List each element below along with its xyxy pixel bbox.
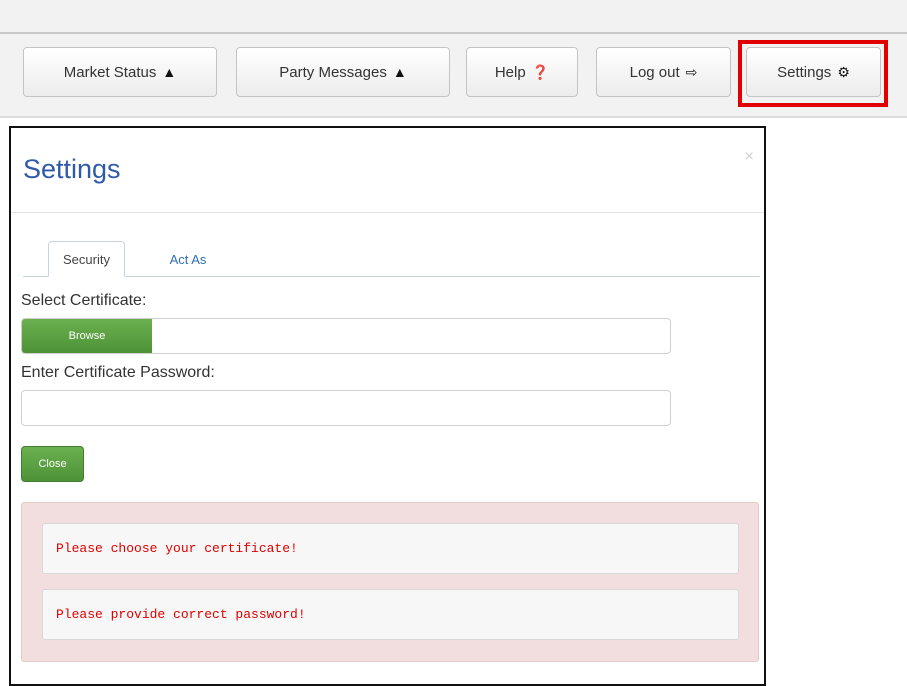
modal-title: Settings <box>23 154 121 184</box>
logout-button[interactable]: Log out ⇨ <box>596 47 731 97</box>
party-messages-label: Party Messages <box>279 63 387 81</box>
question-circle-icon: ❓ <box>531 63 550 80</box>
close-icon[interactable]: × <box>745 148 754 166</box>
top-divider <box>0 32 907 34</box>
modal-header-divider <box>11 212 764 213</box>
certificate-password-input[interactable] <box>21 390 671 426</box>
tab-act-as[interactable]: Act As <box>154 241 222 277</box>
browse-button[interactable]: Browse <box>22 319 152 353</box>
market-status-button[interactable]: Market Status ▲ <box>23 47 217 97</box>
caret-up-icon: ▲ <box>162 64 177 80</box>
error-message-password: Please provide correct password! <box>42 589 739 640</box>
navbar-bottom-divider <box>0 116 907 118</box>
settings-highlight-box <box>738 40 888 107</box>
tab-security[interactable]: Security <box>48 241 125 277</box>
certificate-file-input[interactable]: Browse <box>21 318 671 354</box>
error-message-certificate: Please choose your certificate! <box>42 523 739 574</box>
error-alert: Please choose your certificate! Please p… <box>21 502 759 662</box>
caret-up-icon: ▲ <box>392 64 407 80</box>
logout-label: Log out <box>629 63 680 81</box>
sign-out-icon: ⇨ <box>685 63 698 80</box>
party-messages-button[interactable]: Party Messages ▲ <box>236 47 450 97</box>
tabs-divider <box>23 276 760 277</box>
settings-modal: Settings × Security Act As Select Certif… <box>9 126 766 686</box>
help-label: Help <box>494 63 526 81</box>
select-certificate-label: Select Certificate: <box>21 292 147 309</box>
top-navbar: Market Status ▲ Party Messages ▲ Help ❓ … <box>0 0 907 118</box>
help-button[interactable]: Help ❓ <box>466 47 578 97</box>
password-label: Enter Certificate Password: <box>21 364 215 381</box>
market-status-label: Market Status <box>63 63 157 81</box>
close-button[interactable]: Close <box>21 446 84 482</box>
